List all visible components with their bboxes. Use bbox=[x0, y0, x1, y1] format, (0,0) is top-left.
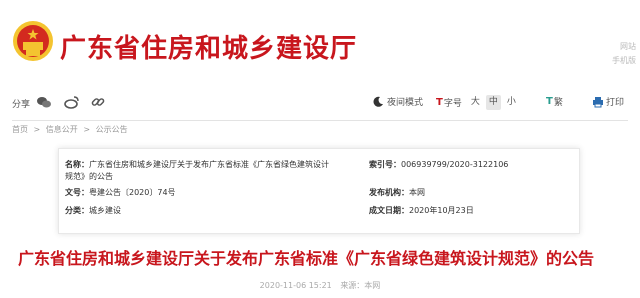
national-emblem-icon bbox=[13, 21, 53, 61]
toolbar: 分享 夜间模式 T 字号 大 中 小 T 繁 打印 bbox=[0, 92, 640, 114]
doc-number-value: 粤建公告〔2020〕74号 bbox=[89, 188, 176, 197]
breadcrumb-separator: > bbox=[83, 125, 91, 134]
share-label: 分享 bbox=[12, 100, 31, 110]
name-value: 广东省住房和城乡建设厅关于发布广东省标准《广东省绿色建筑设计 bbox=[89, 160, 329, 169]
breadcrumb-info-public[interactable]: 信息公开 bbox=[46, 125, 78, 134]
site-header: 广东省住房和城乡建设厅 网站 手机版 bbox=[0, 0, 640, 88]
weibo-icon[interactable] bbox=[64, 94, 80, 110]
font-size-small-button[interactable]: 小 bbox=[504, 95, 519, 110]
publisher-value: 本网 bbox=[409, 188, 425, 197]
night-mode-button[interactable]: 夜间模式 bbox=[372, 95, 423, 108]
traditional-chinese-button[interactable]: T 繁 bbox=[546, 95, 563, 108]
name-row: 名称：广东省住房和城乡建设厅关于发布广东省标准《广东省绿色建筑设计 规范》的公告 bbox=[65, 159, 365, 183]
print-button[interactable]: 打印 bbox=[592, 95, 624, 108]
document-info-box: 名称：广东省住房和城乡建设厅关于发布广东省标准《广东省绿色建筑设计 规范》的公告… bbox=[58, 148, 580, 234]
publisher-row: 发布机构：本网 bbox=[369, 188, 425, 197]
source: 来源：本网 bbox=[340, 281, 381, 290]
date-value: 2020年10月23日 bbox=[409, 206, 474, 215]
category-value: 城乡建设 bbox=[89, 206, 121, 215]
date-row: 成文日期：2020年10月23日 bbox=[369, 206, 474, 215]
toolbar-divider bbox=[12, 120, 628, 121]
breadcrumb-announcements[interactable]: 公示公告 bbox=[96, 125, 128, 134]
article-title: 广东省住房和城乡建设厅关于发布广东省标准《广东省绿色建筑设计规范》的公告 bbox=[18, 249, 595, 268]
traditional-icon: T bbox=[546, 96, 553, 107]
printer-icon bbox=[593, 96, 603, 107]
font-size-large-button[interactable]: 大 bbox=[468, 95, 483, 110]
font-size-icon: T bbox=[436, 97, 443, 108]
index-row: 索引号：006939799/2020-3122106 bbox=[369, 160, 509, 169]
doc-number-row: 文号：粤建公告〔2020〕74号 bbox=[65, 188, 176, 197]
site-title[interactable]: 广东省住房和城乡建设厅 bbox=[60, 28, 357, 65]
breadcrumb: 首页 > 信息公开 > 公示公告 bbox=[12, 124, 128, 135]
moon-icon bbox=[373, 96, 383, 107]
name-label: 名称： bbox=[65, 160, 89, 169]
name-value-cont: 规范》的公告 bbox=[65, 172, 113, 181]
category-row: 分类：城乡建设 bbox=[65, 206, 121, 215]
link-icon[interactable] bbox=[90, 94, 106, 110]
breadcrumb-separator: > bbox=[33, 125, 41, 134]
corner-links[interactable]: 网站 手机版 bbox=[612, 40, 636, 68]
article-meta: 2020-11-06 15:21 来源：本网 bbox=[0, 280, 640, 291]
wechat-icon[interactable] bbox=[36, 94, 52, 110]
font-size-medium-button[interactable]: 中 bbox=[485, 95, 501, 110]
index-value: 006939799/2020-3122106 bbox=[401, 160, 509, 169]
font-size-control: T 字号 大 中 小 bbox=[436, 95, 519, 110]
breadcrumb-home[interactable]: 首页 bbox=[12, 125, 28, 134]
publish-date: 2020-11-06 15:21 bbox=[259, 281, 332, 290]
